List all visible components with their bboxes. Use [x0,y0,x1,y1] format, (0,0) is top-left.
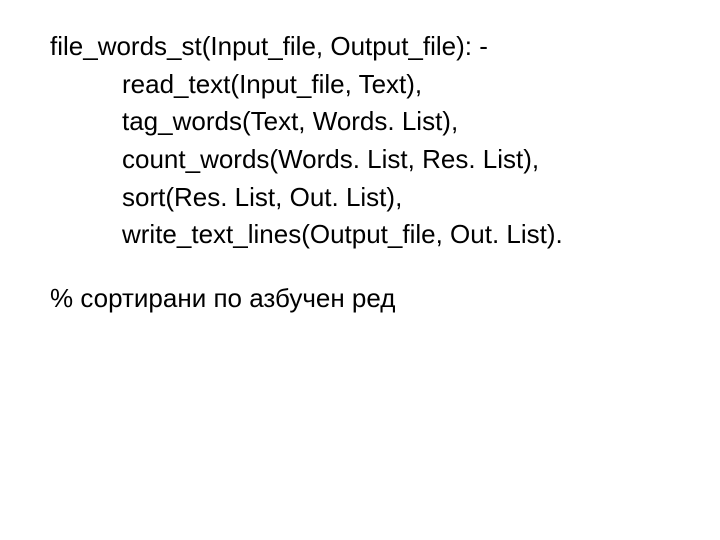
code-body-line: read_text(Input_file, Text), [50,66,720,104]
code-block: file_words_st(Input_file, Output_file): … [50,28,720,254]
document-page: file_words_st(Input_file, Output_file): … [0,0,720,318]
code-comment: % сортирани по азбучен ред [50,280,720,318]
code-body-line: count_words(Words. List, Res. List), [50,141,720,179]
code-body-line: sort(Res. List, Out. List), [50,179,720,217]
code-body-line: tag_words(Text, Words. List), [50,103,720,141]
code-body-line: write_text_lines(Output_file, Out. List)… [50,216,720,254]
code-clause-head: file_words_st(Input_file, Output_file): … [50,28,720,66]
